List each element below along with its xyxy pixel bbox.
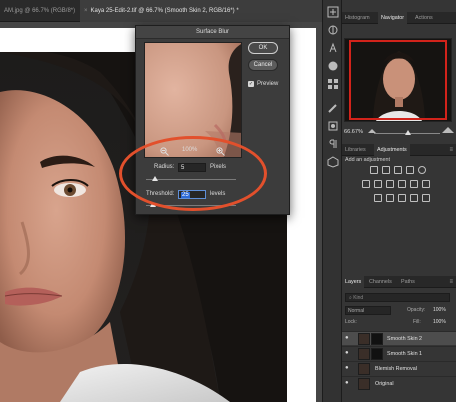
color-icon[interactable] [327,60,339,72]
photo-filter-icon[interactable] [398,180,406,188]
navigator-zoom-value[interactable]: 66.67% [344,129,363,135]
history-icon[interactable] [327,6,339,18]
visibility-eye-icon[interactable]: ● [345,335,349,341]
opacity-label: Opacity: [407,307,426,313]
gradient-map-icon[interactable] [422,194,430,202]
visibility-eye-icon[interactable]: ● [345,365,349,371]
close-icon[interactable]: × [84,8,88,14]
layer-name: Smooth Skin 2 [387,336,423,342]
navigator-thumbnail[interactable] [344,38,452,122]
layer-mask-thumbnail[interactable] [371,348,383,360]
layer-thumbnail [358,363,370,375]
panel-menu-icon[interactable]: ≡ [449,144,453,156]
preview-label: Preview [257,81,279,87]
layer-row-blemish-removal[interactable]: ● Blemish Removal [342,361,456,375]
visibility-eye-icon[interactable]: ● [345,350,349,356]
layer-row-original[interactable]: ● Original [342,376,456,390]
layers-menu-icon[interactable]: ≡ [449,276,453,288]
lock-fill-row: Lock: Fill: 100% [345,318,450,327]
clone-source-icon[interactable] [327,120,339,132]
navigator-panel-tabs: Histogram Navigator Actions [342,12,456,24]
levels-icon[interactable] [382,166,390,174]
adjustments-hint: Add an adjustment [345,157,390,163]
layers-panel-tabs: Layers Channels Paths ≡ [342,276,456,288]
hue-saturation-icon[interactable] [362,180,370,188]
tab-label: AM.jpg @ 66.7% (RGB/8*) [4,8,76,14]
right-panels: Histogram Navigator Actions 66.67% Libra… [342,0,456,402]
blend-opacity-row: Normal Opacity: 100% [345,306,450,315]
layer-thumbnail [358,378,370,390]
preview-checkbox[interactable]: ✓ [248,81,254,87]
tab-channels[interactable]: Channels [366,276,395,288]
annotation-ellipse [119,136,267,211]
document-tab-bar: AM.jpg @ 66.7% (RGB/8*) × Kaya 25-Edit-2.… [0,0,342,22]
invert-icon[interactable] [374,194,382,202]
blend-mode-select[interactable]: Normal [345,306,391,315]
layer-mask-thumbnail[interactable] [371,333,383,345]
tab-layers[interactable]: Layers [342,276,365,288]
brush-icon[interactable] [327,102,339,114]
3d-icon[interactable] [327,156,339,168]
threshold-icon[interactable] [398,194,406,202]
posterize-icon[interactable] [386,194,394,202]
zoom-in-mountain-icon[interactable] [442,127,454,133]
layer-filter-kind[interactable]: ⌕ Kind [345,293,450,302]
tab-label: Kaya 25-Edit-2.tif @ 66.7% (Smooth Skin … [90,8,239,14]
layer-row-smooth-skin-2[interactable]: ● Smooth Skin 2 [342,331,456,345]
layer-name: Smooth Skin 1 [387,351,423,357]
lock-label: Lock: [345,319,357,325]
curves-icon[interactable] [394,166,402,174]
fill-value[interactable]: 100% [433,318,446,327]
fill-label: Fill: [413,319,421,325]
paragraph-icon[interactable] [327,138,339,150]
navigator-zoom-knob[interactable] [405,130,411,135]
exposure-icon[interactable] [406,166,414,174]
dialog-title[interactable]: Surface Blur [136,26,289,39]
color-lookup-icon[interactable] [422,180,430,188]
tab-libraries[interactable]: Libraries [342,144,369,156]
panel-icon-strip [322,0,342,402]
navigator-view-frame[interactable] [349,40,447,120]
ok-button[interactable]: OK [248,42,278,54]
swatches-icon[interactable] [327,78,339,90]
opacity-value[interactable]: 100% [433,306,446,315]
selective-color-icon[interactable] [410,194,418,202]
layer-name: Blemish Removal [375,366,417,372]
tab-navigator[interactable]: Navigator [378,12,408,24]
layer-row-smooth-skin-1[interactable]: ● Smooth Skin 1 [342,346,456,360]
navigator-zoom-row: 66.67% [342,126,456,138]
channel-mixer-icon[interactable] [410,180,418,188]
properties-icon[interactable] [327,24,339,36]
tab-histogram[interactable]: Histogram [342,12,373,24]
tab-actions[interactable]: Actions [412,12,436,24]
cancel-button[interactable]: Cancel [248,59,278,71]
black-white-icon[interactable] [386,180,394,188]
brightness-icon[interactable] [370,166,378,174]
character-icon[interactable] [327,42,339,54]
tab-paths[interactable]: Paths [398,276,418,288]
vibrance-icon[interactable] [418,166,426,174]
tab-kaya-tif[interactable]: × Kaya 25-Edit-2.tif @ 66.7% (Smooth Skin… [80,0,342,22]
adjustments-panel-tabs: Libraries Adjustments ≡ [342,144,456,156]
layer-filter-label: Kind [353,295,364,301]
layer-thumbnail [358,348,370,360]
visibility-eye-icon[interactable]: ● [345,380,349,386]
color-balance-icon[interactable] [374,180,382,188]
layer-thumbnail [358,333,370,345]
tab-am-jpg[interactable]: AM.jpg @ 66.7% (RGB/8*) [0,0,80,22]
blend-mode-value: Normal [348,308,365,314]
tab-adjustments[interactable]: Adjustments [374,144,410,156]
layer-name: Original [375,381,394,387]
